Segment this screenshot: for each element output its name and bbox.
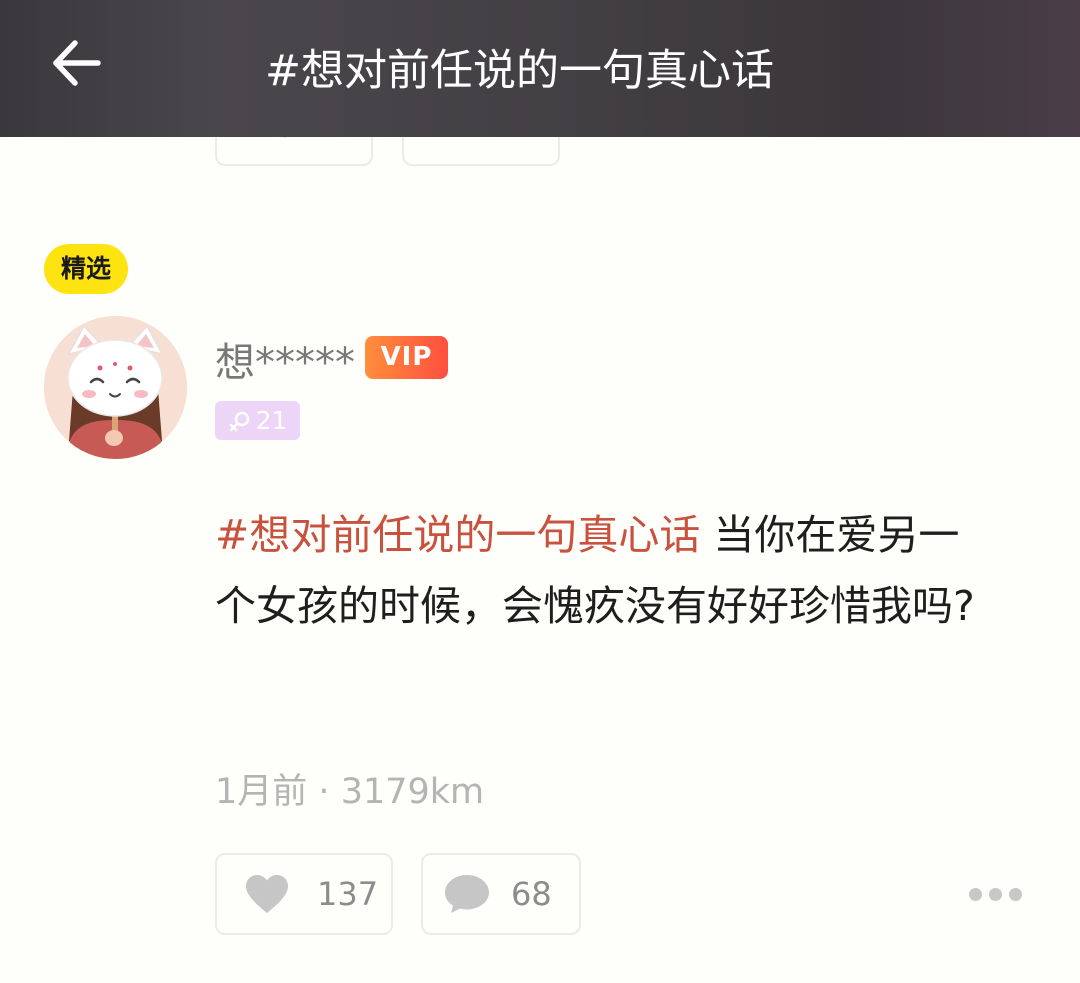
heart-icon-wrap [217,874,317,914]
heart-icon [246,875,288,913]
arrow-left-icon [53,40,101,86]
chat-icon-wrap [423,873,511,915]
cat-mask-avatar-image [44,316,187,459]
like-count: 137 [317,875,379,913]
page-title: #想对前任说的一句真心话 [265,46,775,96]
chat-bubble-icon [445,875,489,913]
more-dots-icon [988,887,1002,901]
username[interactable]: 想***** [215,330,355,388]
post-time: 1月前 [215,772,308,812]
like-button[interactable]: 137 [215,853,393,935]
comment-count: 68 [511,875,552,913]
back-button[interactable] [48,34,106,92]
more-options-button[interactable] [962,874,1028,914]
female-symbol-icon [229,411,249,431]
avatar[interactable] [44,316,187,459]
post-detail-page: #想对前任说的一句真心话 精选 想***** VIP 21 #想对前任说的一句真… [0,0,1080,983]
post-distance: 3179km [340,772,485,812]
meta-separator: · [318,772,330,812]
post-meta: 1月前 · 3179km [215,763,484,814]
vip-badge: VIP [365,336,448,379]
post-content: #想对前任说的一句真心话 当你在爱另一个女孩的时候，会愧疚没有好好珍惜我吗? [215,500,975,642]
topic-link[interactable]: #想对前任说的一句真心话 [215,511,700,559]
comment-button[interactable]: 68 [421,853,581,935]
level-badge: 21 [215,401,300,440]
featured-badge: 精选 [44,244,128,294]
more-dots-icon [1008,887,1022,901]
more-dots-icon [968,887,982,901]
top-app-bar: #想对前任说的一句真心话 [0,0,1080,137]
level-value: 21 [255,406,288,435]
